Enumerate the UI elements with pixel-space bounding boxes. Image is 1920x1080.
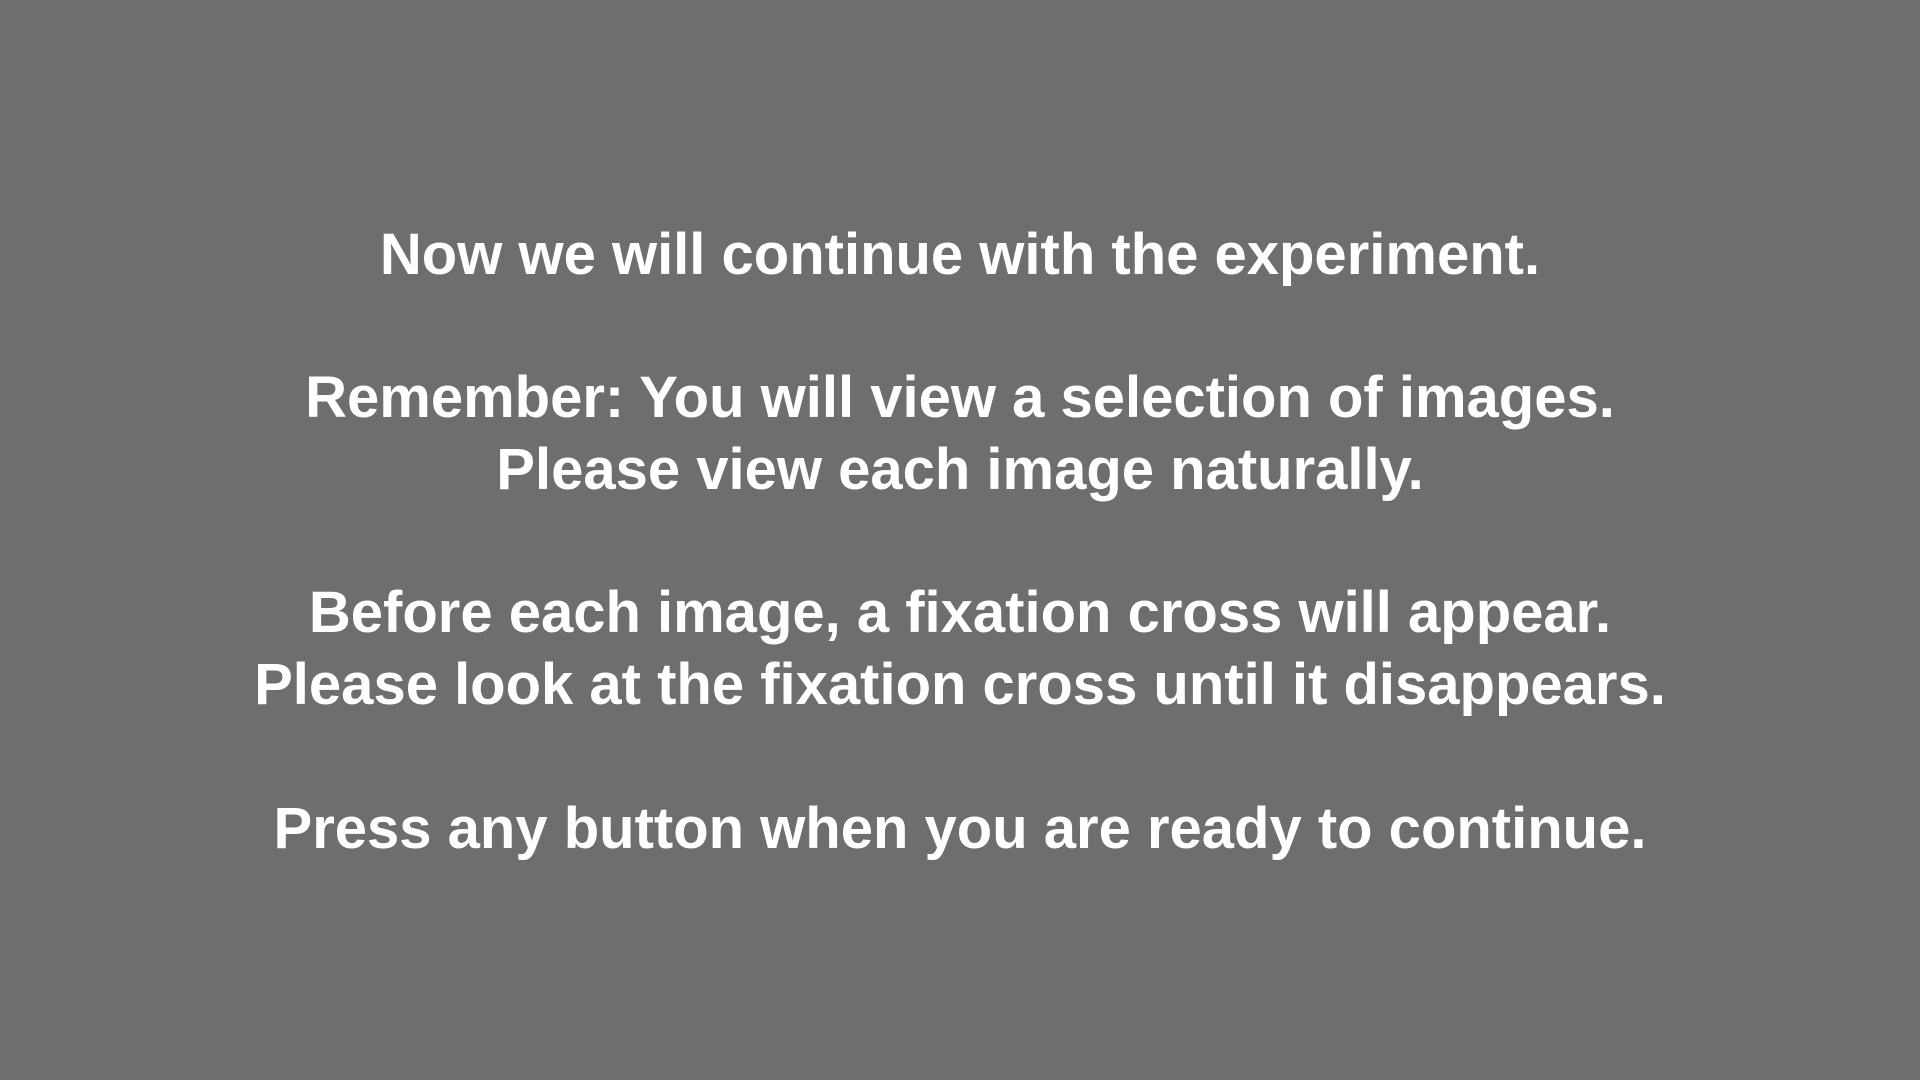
instruction-screen[interactable]: Now we will continue with the experiment… [0,0,1920,1080]
intro-text: Now we will continue with the experiment… [379,222,1541,287]
reminder-text-line-2: Please view each image naturally. [496,437,1424,502]
continue-prompt: Press any button when you are ready to c… [273,796,1647,861]
fixation-text-line-2: Please look at the fixation cross until … [254,652,1666,717]
fixation-text-line-1: Before each image, a fixation cross will… [308,580,1612,645]
reminder-text-line-1: Remember: You will view a selection of i… [305,365,1615,430]
